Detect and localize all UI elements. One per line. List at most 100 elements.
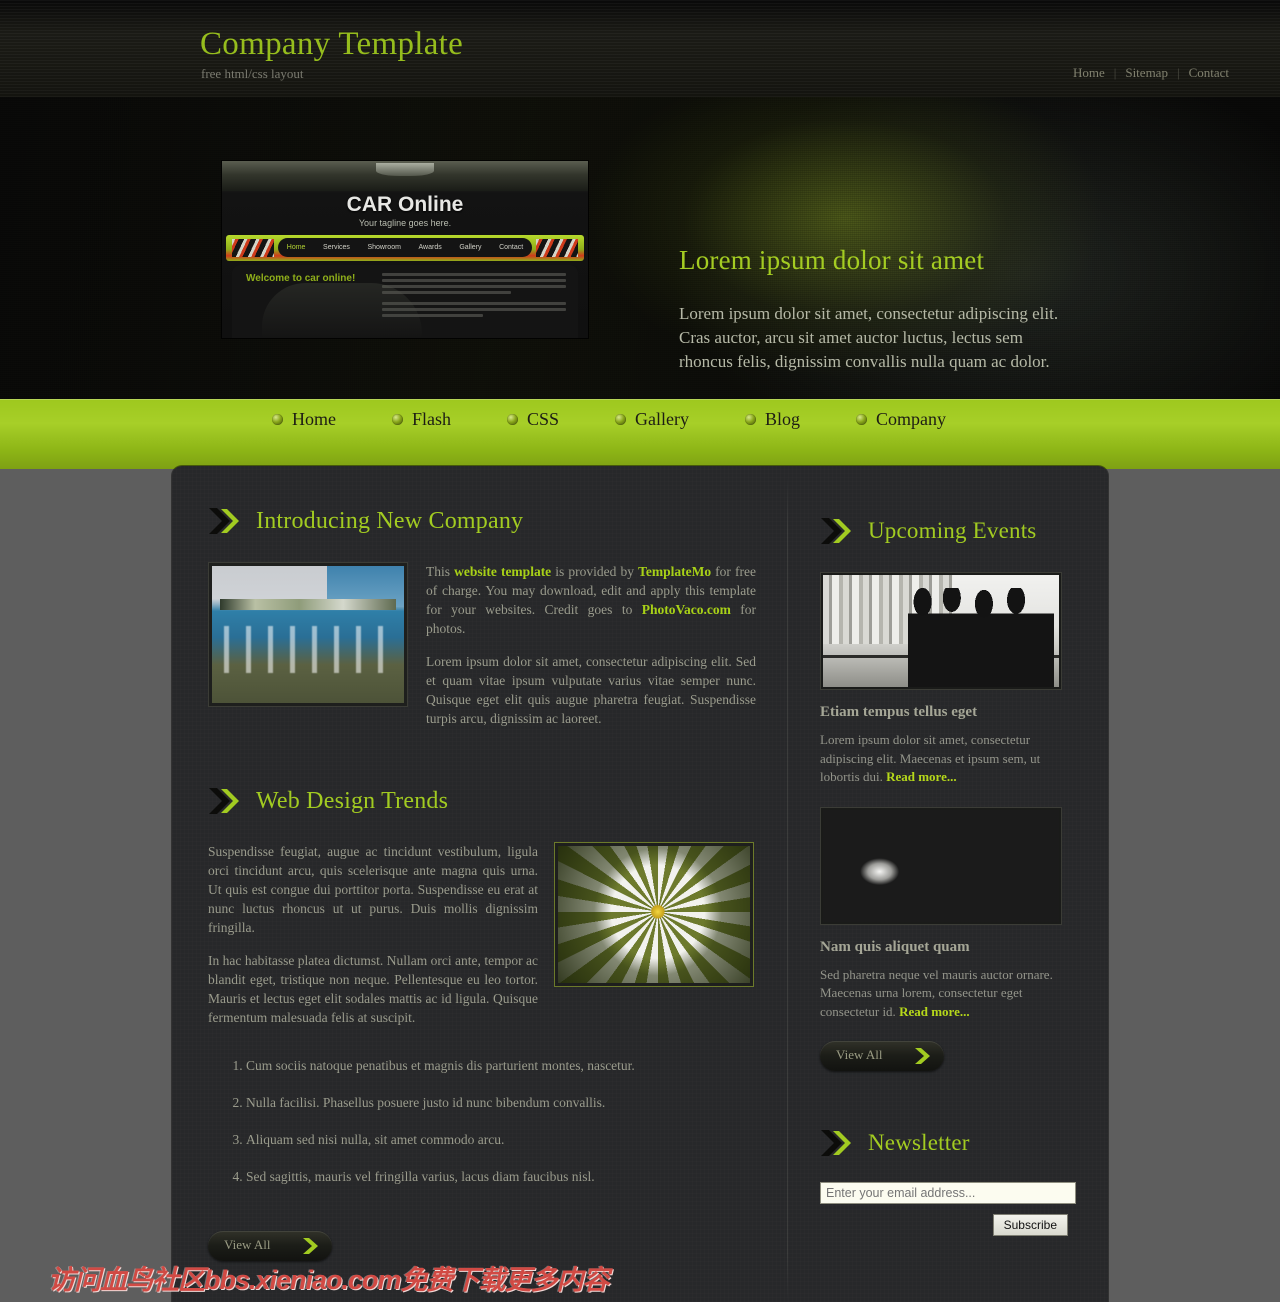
- city-silhouette-photo: [823, 575, 1059, 687]
- list-item: Sed sagittis, mauris vel fringilla variu…: [246, 1168, 768, 1186]
- trends-content-row: Suspendisse feugiat, augue ac tincidunt …: [208, 842, 768, 1027]
- screenshot-nav-contact: Contact: [499, 244, 524, 251]
- banner-texture-overlay: [0, 97, 1280, 399]
- site-header: Company Template free html/css layout Ho…: [0, 0, 1280, 97]
- nav-item-label: CSS: [527, 408, 560, 429]
- screenshot-navbar: Home Services Showroom Awards Gallery Co…: [226, 235, 584, 261]
- site-title: Company Template: [200, 26, 464, 62]
- screenshot-car-shape: [262, 283, 422, 338]
- trends-text-block: Suspendisse feugiat, augue ac tincidunt …: [208, 842, 538, 1027]
- subscribe-button[interactable]: Subscribe: [992, 1214, 1068, 1236]
- content-panel: Introducing New Company This website tem…: [172, 466, 1108, 1302]
- list-item: Nulla facilisi. Phasellus posuere justo …: [246, 1094, 768, 1112]
- trends-paragraph-1: Suspendisse feugiat, augue ac tincidunt …: [208, 844, 538, 935]
- intro-content-row: This website template is provided by Tem…: [208, 562, 768, 728]
- screenshot-grille: [375, 163, 435, 176]
- event-text-2: Sed pharetra neque vel mauris auctor orn…: [820, 966, 1068, 1022]
- bullet-icon: [507, 413, 519, 425]
- screenshot-nav-services: Services: [323, 244, 350, 251]
- daisy-photo: [558, 846, 750, 983]
- intro-paragraph-1: This website template is provided by Tem…: [426, 562, 756, 638]
- watermark-text: 访问血鸟社区bbs.xieniao.com免费下载更多内容: [48, 1265, 610, 1295]
- list-item: Cum sociis natoque penatibus et magnis d…: [246, 1057, 768, 1075]
- bullet-icon: [272, 413, 283, 425]
- event-read-more-2[interactable]: Read more...: [899, 1004, 970, 1019]
- car-online-screenshot: CAR Online Your tagline goes here. Home …: [222, 161, 588, 338]
- intro-paragraph-2: Lorem ipsum dolor sit amet, consectetur …: [426, 654, 756, 726]
- main-view-all-button[interactable]: View All: [208, 1231, 332, 1261]
- nav-item-gallery[interactable]: Gallery: [615, 409, 689, 430]
- screenshot-stripes-left: [232, 239, 274, 257]
- website-template-link[interactable]: website template: [454, 564, 551, 579]
- bullet-icon: [856, 413, 868, 425]
- section-title: Introducing New Company: [256, 507, 524, 534]
- screenshot-nav-awards: Awards: [418, 244, 442, 251]
- lake-photo: [212, 566, 404, 703]
- banner-text-block: Lorem ipsum dolor sit amet Lorem ipsum d…: [679, 245, 1079, 399]
- main-column: Introducing New Company This website tem…: [208, 506, 768, 1266]
- nav-item-label: Flash: [412, 408, 452, 429]
- top-nav-contact[interactable]: Contact: [1180, 65, 1238, 80]
- nav-item-company[interactable]: Company: [856, 409, 946, 430]
- hero-banner: CAR Online Your tagline goes here. Home …: [0, 97, 1280, 399]
- screenshot-title: CAR Online: [346, 193, 464, 216]
- nav-item-label: Blog: [765, 408, 801, 429]
- newsletter-section-heading: Newsletter: [820, 1128, 1068, 1158]
- intro-text-block: This website template is provided by Tem…: [426, 562, 756, 728]
- event-text-1: Lorem ipsum dolor sit amet, consectetur …: [820, 731, 1068, 787]
- intro-p1-pre: This: [426, 564, 455, 579]
- bullet-icon: [615, 413, 627, 425]
- trends-thumbnail[interactable]: [554, 842, 754, 987]
- nav-item-label: Company: [876, 408, 947, 429]
- screenshot-stripes-right: [536, 239, 578, 257]
- section-title: Web Design Trends: [256, 787, 449, 814]
- email-input[interactable]: [820, 1182, 1076, 1204]
- nav-item-label: Gallery: [635, 408, 690, 429]
- view-all-label: View All: [224, 1237, 271, 1252]
- top-nav-home[interactable]: Home: [1064, 65, 1114, 80]
- event-title-1: Etiam tempus tellus eget: [820, 704, 978, 720]
- intro-thumbnail[interactable]: [208, 562, 408, 707]
- double-chevron-icon: [208, 786, 242, 816]
- list-item: Aliquam sed nisi nulla, sit amet commodo…: [246, 1131, 768, 1149]
- trends-section-heading: Web Design Trends: [208, 786, 768, 816]
- newsletter-form: Subscribe: [820, 1182, 1076, 1236]
- chevron-right-icon: [301, 1237, 321, 1260]
- chevron-right-icon: [913, 1047, 933, 1070]
- sidebar-view-all-button[interactable]: View All: [820, 1041, 944, 1071]
- top-navigation: Home | Sitemap | Contact: [1064, 65, 1238, 81]
- photovaco-link[interactable]: PhotoVaco.com: [642, 602, 731, 617]
- bullet-icon: [392, 413, 403, 425]
- nav-item-flash[interactable]: Flash: [392, 409, 451, 430]
- screenshot-nav-home: Home: [286, 244, 306, 251]
- double-chevron-icon: [820, 516, 854, 546]
- screenshot-nav-showroom: Showroom: [367, 244, 401, 251]
- bullet-icon: [745, 413, 757, 425]
- nav-item-blog[interactable]: Blog: [745, 409, 800, 430]
- nav-item-home[interactable]: Home: [272, 409, 336, 430]
- screenshot-tagline: Your tagline goes here.: [358, 218, 452, 228]
- screenshot-hood: [222, 161, 588, 191]
- slider-image[interactable]: CAR Online Your tagline goes here. Home …: [222, 161, 588, 338]
- sidebar-column: Upcoming Events Etiam tempus tellus eget…: [820, 516, 1076, 1236]
- main-navigation-bar: Home Flash CSS Gallery Blog Company: [0, 399, 1280, 469]
- event-thumbnail-1[interactable]: [820, 572, 1062, 690]
- introducing-section-heading: Introducing New Company: [208, 506, 768, 536]
- event-title-2: Nam quis aliquet quam: [820, 938, 970, 955]
- ice-cubes-photo: [823, 809, 1059, 922]
- section-title: Upcoming Events: [868, 518, 1037, 543]
- slider-caption: Project 1 Suspendisse turpis arcu, digni…: [222, 378, 588, 399]
- event-read-more-1[interactable]: Read more...: [886, 769, 957, 784]
- nav-item-css[interactable]: CSS: [507, 409, 559, 430]
- trends-list: Cum sociis natoque penatibus et magnis d…: [208, 1057, 768, 1186]
- banner-heading: Lorem ipsum dolor sit amet: [679, 245, 985, 275]
- screenshot-body: Welcome to car online!: [232, 265, 578, 338]
- screenshot-nav-gallery: Gallery: [459, 244, 482, 251]
- templatemo-link[interactable]: TemplateMo: [638, 564, 711, 579]
- events-section-heading: Upcoming Events: [820, 516, 1068, 546]
- top-nav-sitemap[interactable]: Sitemap: [1116, 65, 1177, 80]
- screenshot-nav-items: Home Services Showroom Awards Gallery Co…: [278, 238, 532, 257]
- site-tagline: free html/css layout: [201, 66, 304, 81]
- event-thumbnail-2[interactable]: [820, 806, 1062, 925]
- double-chevron-icon: [208, 506, 242, 536]
